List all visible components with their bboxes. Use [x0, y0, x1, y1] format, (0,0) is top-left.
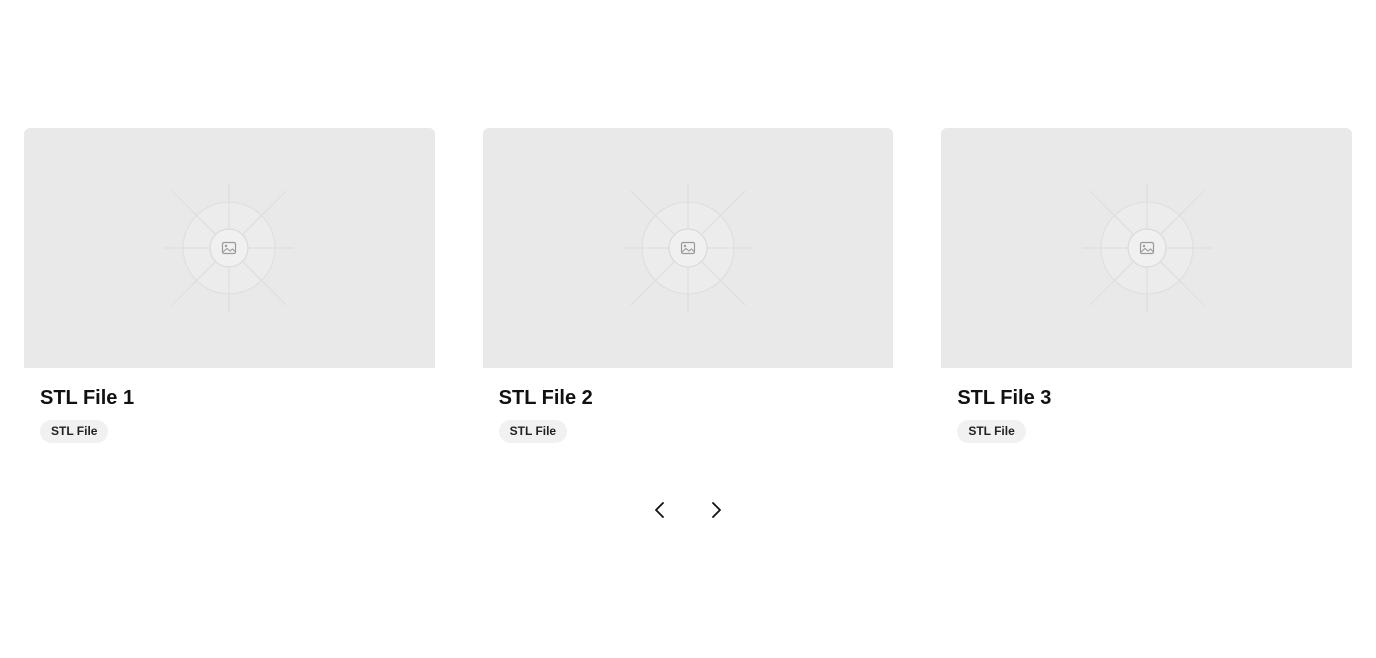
- previous-button[interactable]: [640, 494, 680, 526]
- image-placeholder-icon: [622, 183, 753, 313]
- chevron-left-icon: [655, 502, 664, 518]
- file-type-badge: STL File: [40, 420, 109, 443]
- image-placeholder-icon: [164, 183, 295, 313]
- file-type-badge: STL File: [498, 420, 568, 443]
- card-title: STL File 2: [498, 387, 593, 409]
- card-thumbnail: [482, 128, 894, 368]
- chevron-right-icon: [712, 502, 721, 518]
- file-type-badge: STL File: [957, 420, 1026, 443]
- card-carousel: STL File 1 STL File STL File 2 STL File …: [24, 128, 1352, 458]
- card-title: STL File 3: [957, 387, 1052, 409]
- image-placeholder-icon: [1081, 183, 1212, 313]
- card-thumbnail: [24, 128, 435, 368]
- stl-card-1[interactable]: STL File 1 STL File: [24, 128, 435, 458]
- next-button[interactable]: [696, 494, 736, 526]
- card-thumbnail: [941, 128, 1352, 368]
- card-title: STL File 1: [40, 387, 135, 409]
- stl-card-2[interactable]: STL File 2 STL File: [482, 128, 894, 458]
- stl-card-3[interactable]: STL File 3 STL File: [941, 128, 1352, 458]
- carousel-pager: [640, 494, 736, 526]
